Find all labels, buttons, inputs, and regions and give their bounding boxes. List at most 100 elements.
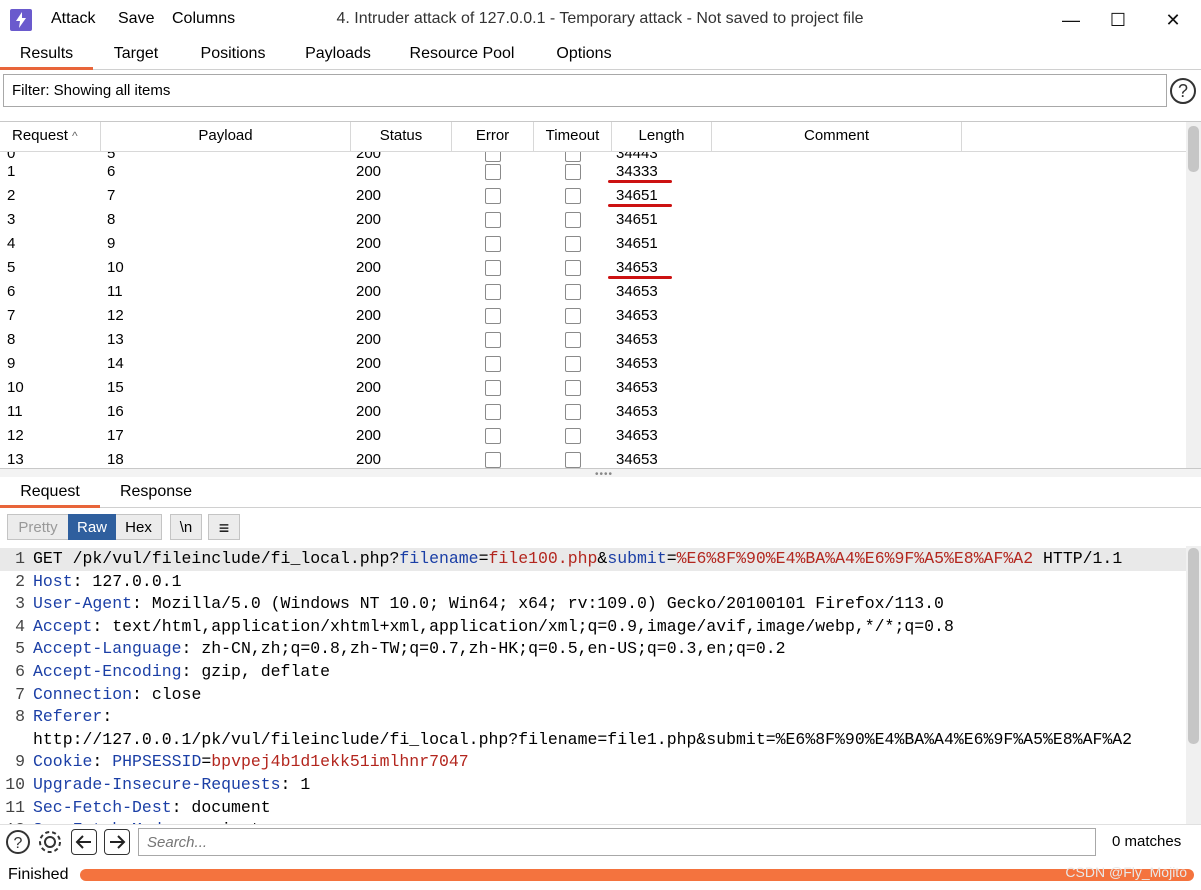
editor-scrollbar[interactable] [1186,546,1201,824]
col-comment[interactable]: Comment [712,122,962,152]
code-text: Host: 127.0.0.1 [33,571,182,594]
header-name: User-Agent [33,594,133,614]
col-length[interactable]: Length [612,122,712,152]
line-number: 11 [5,797,25,817]
tab-options[interactable]: Options [544,38,624,70]
tab-response[interactable]: Response [110,476,202,508]
code-text: Connection: close [33,684,201,707]
table-row[interactable]: 7 12 200 34653 [0,304,1186,328]
pretty-button[interactable]: Pretty [7,514,68,540]
table-row[interactable]: 2 7 200 34651 [0,184,1186,208]
next-match-button[interactable] [104,829,130,855]
code-token: : Mozilla/5.0 (Windows NT 10.0; Win64; x… [132,594,944,614]
gear-icon[interactable] [37,829,63,855]
burp-lightning-icon [10,9,32,31]
table-scroll-thumb[interactable] [1188,126,1199,172]
col-timeout[interactable]: Timeout [534,122,612,152]
timeout-checkbox [565,164,581,180]
red-underline-annotation [608,180,672,183]
code-text: Accept: text/html,application/xhtml+xml,… [33,616,954,639]
line-number: 6 [15,662,25,681]
tab-results[interactable]: Results [0,38,93,70]
code-text: Sec-Fetch-Dest: document [33,797,271,820]
code-token: : gzip, deflate [181,662,331,681]
table-row[interactable]: 12 17 200 34653 [0,424,1186,448]
minimize-button[interactable]: — [1048,6,1094,34]
watermark: CSDN @Fly_Mojito [1065,864,1187,880]
error-checkbox [485,428,501,444]
menu-attack[interactable]: Attack [51,10,95,28]
search-input[interactable] [138,828,1096,856]
code-token: : 127.0.0.1 [72,571,182,591]
sort-asc-icon: ^ [72,129,78,143]
code-token: = [201,752,212,772]
tab-resource-pool[interactable]: Resource Pool [400,38,524,70]
request-editor[interactable]: 1 GET /pk/vul/fileinclude/fi_local.php?fi… [0,546,1201,824]
error-checkbox [485,188,501,204]
table-row[interactable]: 4 9 200 34651 [0,232,1186,256]
table-row[interactable]: 10 15 200 34653 [0,376,1186,400]
filter-bar[interactable]: Filter: Showing all items [3,74,1167,107]
header-name: filename [399,549,479,568]
cell-payload: 11 [107,283,123,300]
cell-length: 34651 [616,211,658,228]
cell-request: 6 [7,283,16,300]
header-name: Connection [33,684,133,704]
header-name: Accept [33,616,93,636]
cell-request: 5 [7,259,16,276]
cell-request: 1 [7,163,16,180]
table-row[interactable]: 3 8 200 34651 [0,208,1186,232]
detail-tab-bar: Request Response [0,476,1201,508]
tab-payloads[interactable]: Payloads [296,38,380,70]
cell-request: 9 [7,355,16,372]
timeout-checkbox [565,428,581,444]
code-text: GET /pk/vul/fileinclude/fi_local.php?fil… [33,548,1122,571]
maximize-button[interactable]: ☐ [1095,6,1141,34]
code-token: : close [132,684,202,704]
cell-request: 13 [7,451,24,468]
table-scrollbar[interactable] [1186,122,1201,468]
editor-menu-icon[interactable]: ≡ [208,514,240,540]
close-button[interactable]: ✕ [1150,6,1196,34]
header-name: Host [33,571,73,591]
col-error[interactable]: Error [452,122,534,152]
tab-target[interactable]: Target [100,38,172,70]
cell-length: 34653 [616,307,658,324]
timeout-checkbox [565,188,581,204]
timeout-checkbox [565,452,581,468]
cell-status: 200 [356,331,382,348]
tab-positions[interactable]: Positions [190,38,276,70]
table-row[interactable]: 11 16 200 34653 [0,400,1186,424]
newline-toggle-button[interactable]: \n [170,514,202,540]
hex-button[interactable]: Hex [116,514,162,540]
menu-save[interactable]: Save [118,10,154,28]
raw-button[interactable]: Raw [68,514,116,540]
table-row[interactable]: 8 13 200 34653 [0,328,1186,352]
table-row[interactable]: 5 10 200 34653 [0,256,1186,280]
table-row[interactable]: 9 14 200 34653 [0,352,1186,376]
cell-status: 200 [356,451,382,468]
col-payload[interactable]: Payload [101,122,351,152]
table-row[interactable]: 13 18 200 34653 [0,448,1186,468]
editor-scroll-thumb[interactable] [1188,548,1199,744]
menu-columns[interactable]: Columns [172,10,235,28]
status-text: Finished [8,866,69,883]
code-line: 11 Sec-Fetch-Dest: document [0,797,1186,820]
cell-request: 2 [7,187,16,204]
cell-length: 34653 [616,331,658,348]
code-token: : [92,752,113,772]
cell-payload: 15 [107,379,124,396]
previous-match-button[interactable] [71,829,97,855]
tab-request[interactable]: Request [0,476,100,508]
search-help-icon[interactable]: ? [5,829,31,855]
main-tab-bar: Results Target Positions Payloads Resour… [0,38,1201,70]
col-status[interactable]: Status [351,122,452,152]
col-request[interactable]: Request ^ [0,122,101,152]
header-name: Accept-Language [33,639,182,659]
cell-request: 10 [7,379,24,396]
help-icon[interactable]: ? [1170,78,1196,104]
table-row[interactable]: 1 6 200 34333 [0,160,1186,184]
cell-payload: 12 [107,307,124,324]
code-text: Referer: [33,706,112,729]
table-row[interactable]: 6 11 200 34653 [0,280,1186,304]
